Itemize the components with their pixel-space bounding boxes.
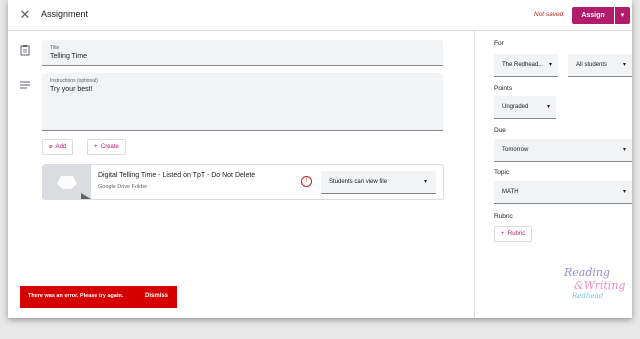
error-snackbar: There was an error. Please try again. Di… [20, 286, 177, 308]
plus-icon: + [94, 144, 98, 150]
due-select-value: Tomorrow [502, 147, 529, 153]
header-bar: ✕ Assignment Not saved Assign ▾ [8, 0, 632, 31]
add-rubric-button[interactable]: + Rubric [494, 226, 533, 242]
assign-button[interactable]: Assign [572, 7, 614, 24]
caret-down-icon: ▾ [424, 179, 428, 185]
alert-icon: ! [301, 176, 312, 187]
reading-and-writing-redhead-logo: Reading &Writing Redhead [564, 266, 626, 300]
create-button[interactable]: + Create [87, 139, 126, 155]
topic-select-value: MATH [502, 189, 519, 195]
create-button-label: Create [100, 144, 119, 150]
caret-down-icon: ▾ [548, 62, 552, 68]
caret-down-icon: ▾ [620, 12, 625, 19]
instructions-field[interactable]: Instructions (optional) Try your best! [42, 73, 443, 131]
page-title: Assignment [41, 9, 89, 19]
caret-down-icon: ▾ [546, 104, 550, 110]
snackbar-message: There was an error. Please try again. [28, 293, 124, 299]
students-select-value: All students [576, 62, 608, 68]
attachment-card[interactable]: Digital Telling Time - Listed on TpT - D… [42, 164, 444, 200]
for-label: For [494, 40, 504, 47]
attachment-title[interactable]: Digital Telling Time - Listed on TpT - D… [98, 172, 255, 179]
add-rubric-button-label: Rubric [507, 231, 526, 237]
notes-icon [20, 77, 30, 89]
permission-select[interactable]: Students can view file ▾ [321, 171, 436, 194]
due-select[interactable]: Tomorrow ▾ [494, 139, 632, 162]
caret-down-icon: ▾ [622, 147, 626, 153]
due-label: Due [494, 127, 506, 134]
title-field-value: Telling Time [50, 53, 87, 60]
class-select-value: The Redhead... [502, 62, 544, 68]
caret-down-icon: ▾ [622, 62, 626, 68]
add-button-label: Add [55, 144, 67, 150]
save-status: Not saved [534, 11, 564, 18]
assign-dropdown-button[interactable]: ▾ [615, 7, 630, 24]
students-select[interactable]: All students ▾ [568, 54, 632, 77]
rubric-label: Rubric [494, 213, 513, 220]
class-select[interactable]: The Redhead... ▾ [494, 54, 558, 77]
topic-select[interactable]: MATH ▾ [494, 181, 632, 204]
points-label: Points [494, 85, 513, 92]
assignment-window: ✕ Assignment Not saved Assign ▾ Title Te… [8, 0, 632, 318]
close-icon[interactable]: ✕ [18, 8, 32, 22]
drive-folder-thumbnail [43, 165, 91, 199]
instructions-field-label: Instructions (optional) [50, 78, 98, 84]
caret-down-icon: ▾ [622, 189, 626, 195]
clipboard-icon [20, 43, 30, 56]
add-button[interactable]: ⌀ Add [42, 139, 74, 155]
attachment-type: Google Drive Folder [98, 184, 148, 190]
permission-select-value: Students can view file [329, 179, 388, 185]
paperclip-icon: ⌀ [49, 144, 53, 150]
dismiss-button[interactable]: Dismiss [145, 293, 168, 299]
points-select[interactable]: Ungraded ▾ [494, 96, 556, 119]
plus-icon: + [501, 231, 505, 237]
title-field-label: Title [50, 45, 60, 51]
topic-label: Topic [494, 169, 510, 176]
points-select-value: Ungraded [502, 104, 529, 110]
title-field[interactable]: Title Telling Time [42, 40, 443, 66]
instructions-field-value: Try your best! [50, 86, 93, 93]
